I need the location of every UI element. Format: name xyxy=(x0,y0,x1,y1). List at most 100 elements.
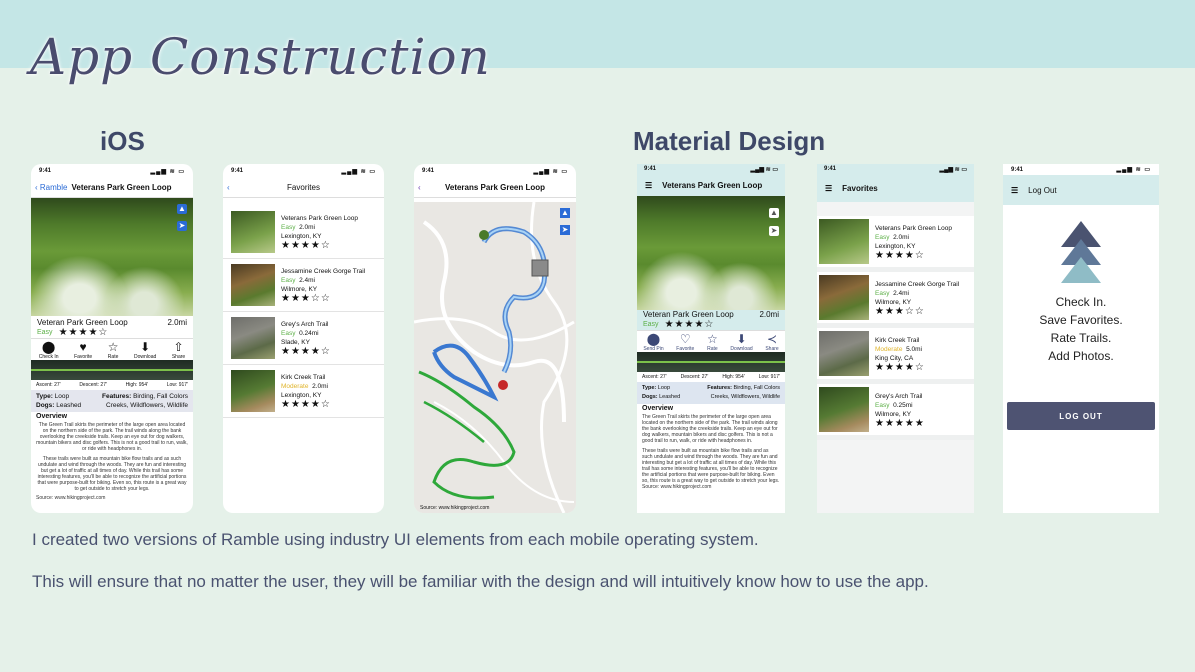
send-pin-button[interactable]: ⬤ Send Pin xyxy=(643,333,663,353)
favorite-card[interactable]: Kirk Creek Trail Moderate 5.0mi King City,… xyxy=(817,328,974,384)
rate-button[interactable]: ☆ Rate xyxy=(707,333,718,353)
status-icons: ▂▄▆ ≋ ▭ xyxy=(150,168,185,175)
nav-bar: ‹ Ramble Veterans Park Green Loop xyxy=(31,178,193,198)
trail-name: Veteran Park Green Loop xyxy=(643,310,734,319)
favorite-name: Kirk Creek Trail xyxy=(875,336,920,344)
favorite-item[interactable]: Veterans Park Green Loop Easy 2.0mi Lexing… xyxy=(223,206,384,259)
favorite-distance: 2.0mi xyxy=(312,383,328,390)
favorite-distance: 5.0mi xyxy=(906,345,922,353)
status-time: 9:41 xyxy=(231,168,244,174)
logout-line: Rate Trails. xyxy=(1050,331,1112,345)
favorite-rating: ★★★★☆ xyxy=(875,361,925,373)
trail-thumbnail xyxy=(819,331,869,376)
favorite-difficulty: Easy xyxy=(281,330,296,337)
status-bar: 9:41 ▂▄▆ ≋ ▭ xyxy=(637,164,785,174)
status-bar: 9:41 ▂▄▆ ≋ ▭ xyxy=(1003,164,1159,175)
favorite-difficulty: Moderate xyxy=(281,383,309,390)
rate-button[interactable]: ☆ Rate xyxy=(108,341,119,361)
favorite-difficulty: Easy xyxy=(281,277,296,284)
share-button[interactable]: ⇧ Share xyxy=(172,341,185,361)
download-button[interactable]: ⬇ Download xyxy=(730,332,752,353)
overview-paragraph: These trails were built as mountain bike… xyxy=(37,456,187,492)
favorite-rating: ★★★☆☆ xyxy=(281,293,331,304)
favorite-card[interactable]: Grey's Arch Trail Easy 0.25mi Wilmore, KY ★… xyxy=(817,384,974,440)
nav-bar: ‹ Veterans Park Green Loop xyxy=(414,178,576,198)
nav-title: Veterans Park Green Loop xyxy=(71,183,172,192)
menu-icon[interactable]: ☰ xyxy=(1011,186,1018,195)
menu-icon[interactable]: ☰ xyxy=(825,184,832,193)
download-button[interactable]: ⬇ Download xyxy=(134,341,156,361)
image-icon[interactable]: ▲ xyxy=(769,208,779,218)
menu-icon[interactable]: ☰ xyxy=(645,181,652,190)
trail-thumbnail xyxy=(231,317,275,359)
navigate-icon[interactable]: ➤ xyxy=(769,226,779,236)
back-button[interactable]: ‹ xyxy=(227,183,230,192)
md-trail-detail-screen: 9:41 ▂▄▆ ≋ ▭ ☰ Veterans Park Green Loop ▲ … xyxy=(637,164,785,513)
map-svg xyxy=(414,202,576,513)
dogs-value: Leashed xyxy=(56,402,82,409)
elevation-line xyxy=(637,361,785,363)
trail-difficulty: Easy xyxy=(643,321,659,328)
app-bar-title: Veterans Park Green Loop xyxy=(662,180,763,190)
trail-difficulty: Easy xyxy=(37,329,53,336)
favorite-item[interactable]: Kirk Creek Trail Moderate 2.0mi Lexington,… xyxy=(223,365,384,418)
favorite-button[interactable]: ♥ Favorite xyxy=(74,340,92,361)
features-value-2: Creeks, Wildflowers, Wildlife xyxy=(710,394,780,400)
favorite-rating: ★★★★☆ xyxy=(875,249,925,261)
share-icon: ≺ xyxy=(766,332,778,346)
favorite-rating: ★★★☆☆ xyxy=(875,305,925,317)
material-heading: Material Design xyxy=(633,126,826,156)
trail-photo: ▲ ➤ xyxy=(637,196,785,310)
download-icon: ⬇ xyxy=(736,332,747,346)
favorite-difficulty: Easy xyxy=(875,401,890,409)
overview-paragraph: The Green Trail skirts the perimeter of … xyxy=(642,414,778,444)
back-button[interactable]: ‹ xyxy=(418,183,421,192)
heart-icon: ♥ xyxy=(79,340,87,354)
favorite-name: Veterans Park Green Loop xyxy=(875,224,952,232)
favorite-card[interactable]: Veterans Park Green Loop Easy 2.0mi Lexing… xyxy=(817,216,974,272)
ios-trail-detail-screen: 9:41 ▂▄▆ ≋ ▭ ‹ Ramble Veterans Park Green… xyxy=(31,164,193,513)
status-icons: ▂▄▆ ≋ ▭ xyxy=(1116,167,1151,173)
trail-thumbnail xyxy=(819,219,869,264)
trail-distance: 2.0mi xyxy=(759,310,779,319)
status-time: 9:41 xyxy=(824,166,837,172)
trail-name: Veteran Park Green Loop xyxy=(37,318,128,327)
navigate-icon[interactable]: ➤ xyxy=(177,221,187,231)
status-icons: ▂▄▆ ≋ ▭ xyxy=(533,168,568,175)
overview-section: Overview The Green Trail skirts the peri… xyxy=(637,404,785,492)
favorite-item[interactable]: Jessamine Creek Gorge Trail Easy 2.4mi Wil… xyxy=(223,259,384,312)
type-label: Type: xyxy=(642,385,657,391)
check-in-button[interactable]: ⬤ Check In xyxy=(39,341,59,361)
image-icon[interactable]: ▲ xyxy=(560,208,570,218)
favorite-item[interactable]: Grey's Arch Trail Easy 0.24mi Slade, KY ★★★… xyxy=(223,312,384,365)
favorite-difficulty: Moderate xyxy=(875,345,903,353)
logout-line: Save Favorites. xyxy=(1039,313,1123,327)
trail-thumbnail xyxy=(231,264,275,306)
navigate-icon[interactable]: ➤ xyxy=(560,225,570,235)
elevation-graph xyxy=(31,360,193,380)
app-bar-title: Log Out xyxy=(1028,185,1057,195)
trail-meta: Type: Loop Features: Birding, Fall Colors… xyxy=(637,382,785,404)
overview-paragraph: These trails were built as mountain bike… xyxy=(642,448,780,484)
favorite-distance: 2.0mi xyxy=(893,233,909,241)
status-time: 9:41 xyxy=(39,168,52,174)
favorite-distance: 0.24mi xyxy=(299,330,319,337)
stat-high: High: 954' xyxy=(722,374,745,380)
elevation-stats: Ascent: 27' Descent: 27' High: 954' Low: 91… xyxy=(31,380,193,390)
map-source: Source: www.hikingproject.com xyxy=(420,505,490,511)
logout-button[interactable]: LOG OUT xyxy=(1007,402,1155,430)
overview-section: Overview The Green Trail skirts the peri… xyxy=(31,412,193,503)
favorite-card[interactable]: Jessamine Creek Gorge Trail Easy 2.4mi Wil… xyxy=(817,272,974,328)
back-button[interactable]: ‹ Ramble xyxy=(35,183,67,192)
image-icon[interactable]: ▲ xyxy=(177,204,187,214)
status-icons: ▂▄▆ ≋ ▭ xyxy=(939,166,967,173)
share-button[interactable]: ≺ Share xyxy=(765,332,778,353)
stat-ascent: Ascent: 27' xyxy=(642,374,667,380)
trail-map[interactable]: ▲ ➤ Source: www.hikingproject.com xyxy=(414,202,576,513)
elevation-stats: Ascent: 27' Descent: 27' High: 954' Low: 91… xyxy=(637,372,785,382)
tree-logo xyxy=(1003,221,1159,283)
trail-thumbnail xyxy=(231,370,275,412)
app-bar: ☰ Favorites xyxy=(817,174,974,202)
favorite-button[interactable]: ♡ Favorite xyxy=(676,333,694,353)
features-value: Birding, Fall Colors xyxy=(133,393,188,400)
